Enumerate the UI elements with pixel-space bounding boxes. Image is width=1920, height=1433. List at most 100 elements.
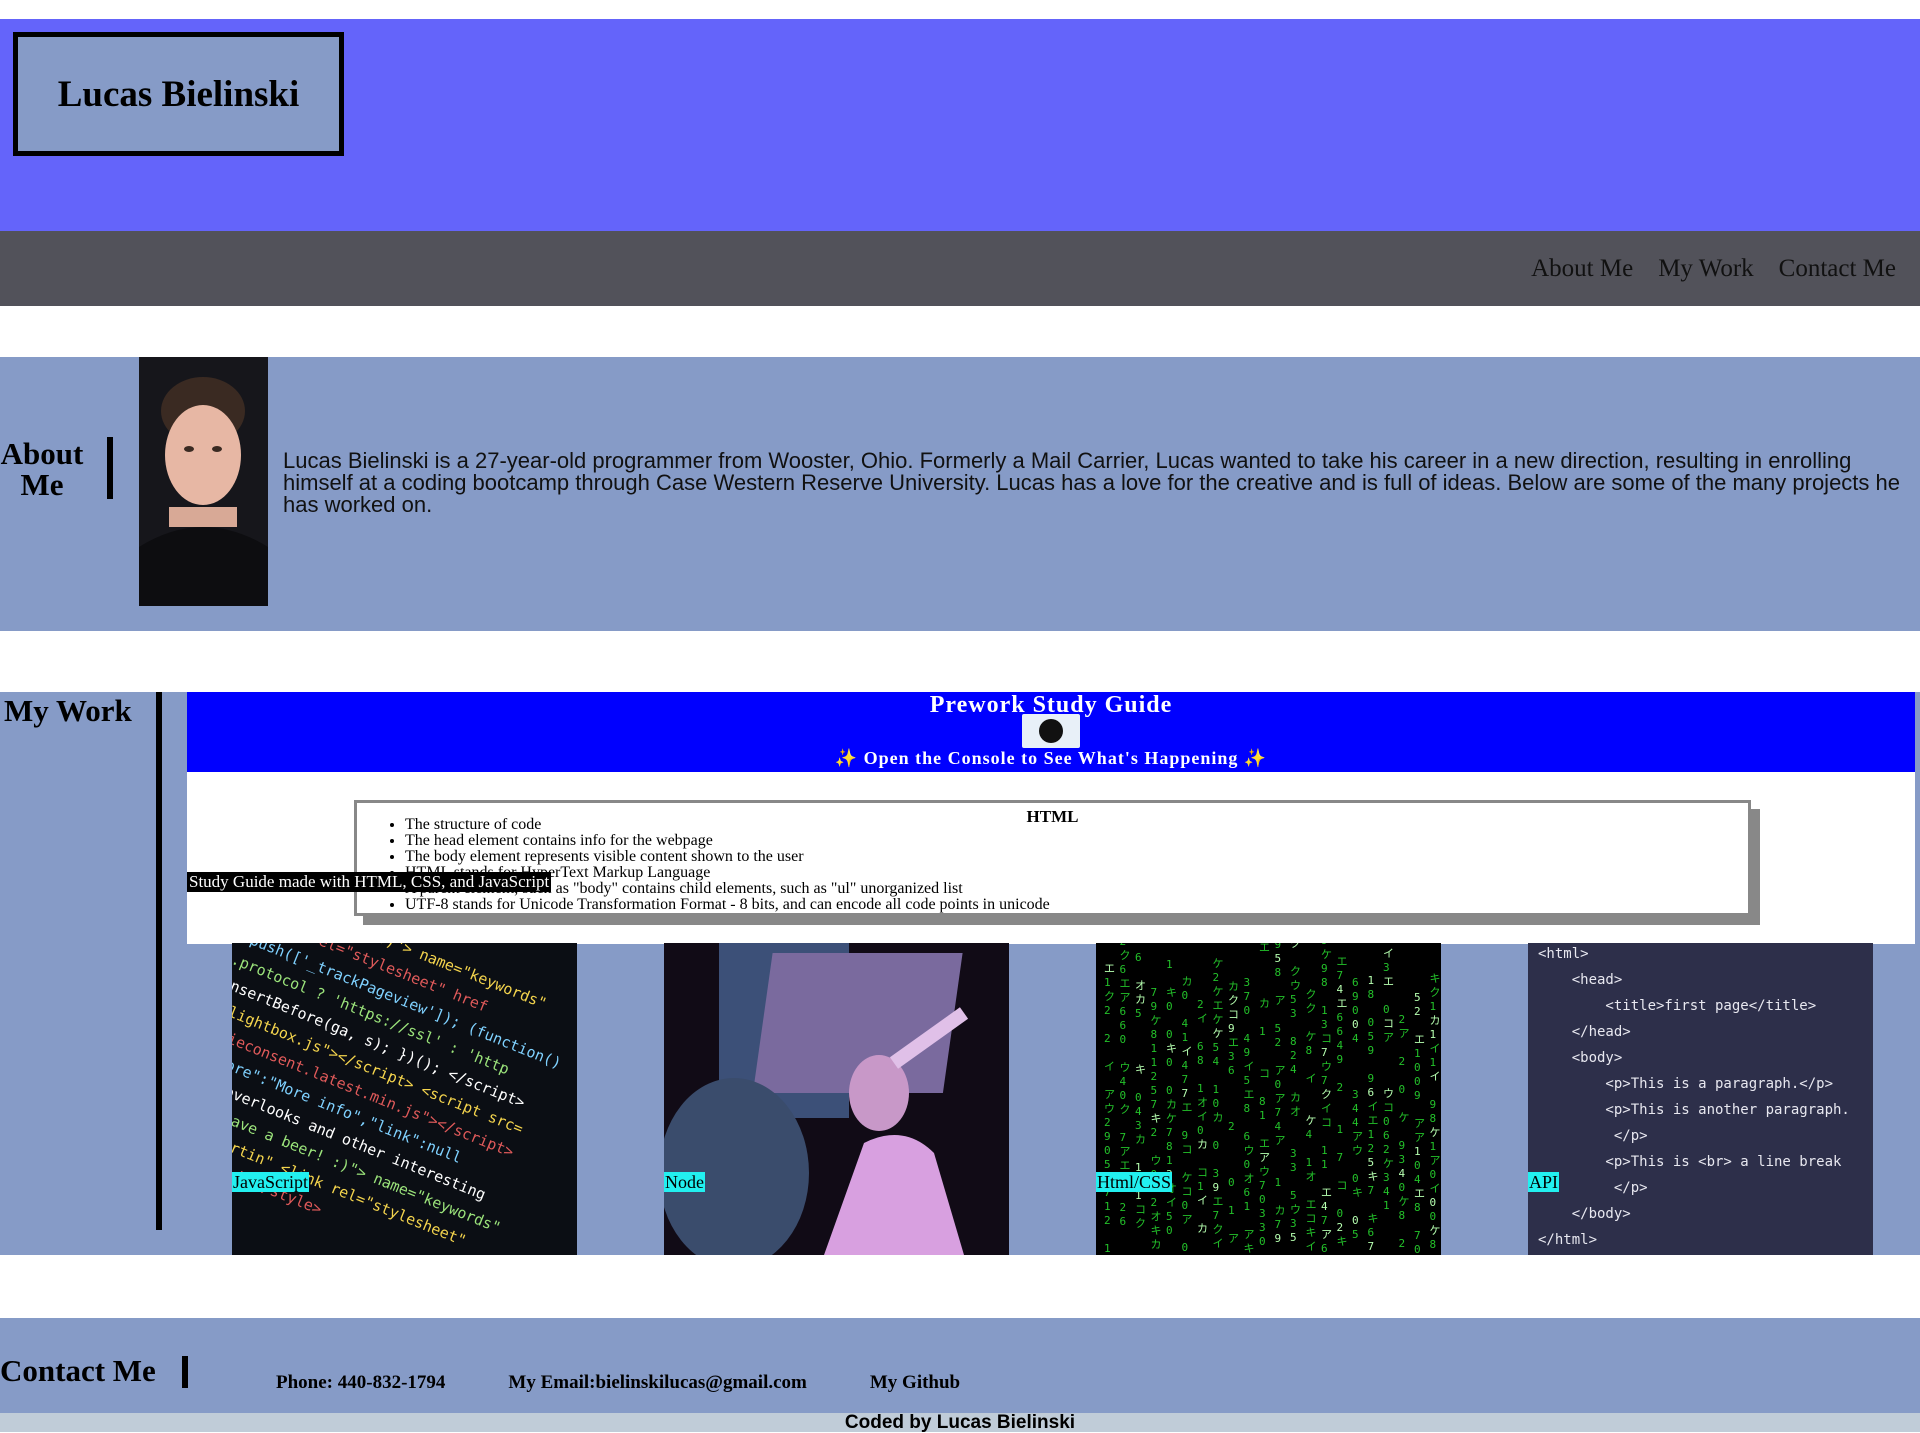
project-label-html-css[interactable]: Html/CSS — [1096, 1172, 1173, 1192]
svg-text:5: 5 — [1135, 1007, 1142, 1020]
svg-text:3: 3 — [1228, 1050, 1235, 1063]
svg-text:ク: ク — [1430, 986, 1441, 999]
svg-text:ア: ア — [1414, 1117, 1425, 1130]
svg-text:9: 9 — [1244, 1046, 1251, 1059]
svg-text:カ: カ — [1228, 980, 1239, 993]
svg-text:7: 7 — [1259, 1179, 1266, 1192]
svg-text:ケ: ケ — [1383, 1157, 1394, 1170]
svg-text:0: 0 — [1337, 1207, 1344, 1220]
project-label-api[interactable]: API — [1528, 1172, 1560, 1192]
svg-text:0: 0 — [1244, 1158, 1251, 1171]
work-section: My Work Prework Study Guide ✨ Open the C… — [0, 692, 1920, 1255]
svg-text:イ: イ — [1104, 1060, 1115, 1073]
svg-text:コ: コ — [1197, 1166, 1208, 1179]
svg-text:0: 0 — [1414, 1243, 1421, 1255]
contact-links: Phone: 440-832-1794 My Email:bielinskilu… — [276, 1372, 960, 1394]
svg-text:エ: エ — [1337, 955, 1348, 968]
project-javascript[interactable]: have a beer! :)"> name="keywords" link r… — [232, 943, 577, 1255]
svg-text:ア: ア — [1182, 1213, 1193, 1226]
email-link[interactable]: My Email:bielinskilucas@gmail.com — [508, 1372, 806, 1394]
svg-text:オ: オ — [1244, 1172, 1255, 1185]
svg-text:9: 9 — [1430, 1098, 1437, 1111]
svg-text:ク: ク — [1228, 994, 1239, 1007]
svg-text:ケ: ケ — [1306, 1114, 1317, 1127]
svg-text:コ: コ — [1228, 1008, 1239, 1021]
svg-text:5: 5 — [1290, 993, 1297, 1006]
list-item: The body element represents visible cont… — [405, 849, 1050, 865]
svg-text:5: 5 — [1244, 1074, 1251, 1087]
svg-text:ア: ア — [1275, 1064, 1286, 1077]
svg-text:エ: エ — [1244, 1088, 1255, 1101]
svg-text:ク: ク — [1120, 1103, 1131, 1116]
svg-text:7: 7 — [1368, 1240, 1375, 1253]
svg-text:ク: ク — [1213, 1223, 1224, 1236]
svg-text:ク: ク — [1306, 1002, 1317, 1015]
svg-text:ク: ク — [1321, 1088, 1332, 1101]
svg-text:4: 4 — [1182, 1017, 1189, 1030]
svg-text:4: 4 — [1399, 1167, 1406, 1180]
svg-text:3: 3 — [1259, 1207, 1266, 1220]
svg-text:0: 0 — [1352, 1214, 1359, 1227]
svg-text:0: 0 — [1166, 1000, 1173, 1013]
svg-text:7: 7 — [1337, 1151, 1344, 1164]
svg-text:8: 8 — [1259, 1095, 1266, 1108]
svg-text:6: 6 — [1383, 1129, 1390, 1142]
svg-text:1: 1 — [1306, 1156, 1313, 1169]
svg-text:8: 8 — [1414, 1201, 1421, 1214]
svg-text:コ: コ — [1337, 1179, 1348, 1192]
svg-text:1: 1 — [1228, 1204, 1235, 1217]
project-html-css[interactable]: エ1ク22イアウ2905171212ク6エア660ウ40ク7アエ266オカ5キ0… — [1096, 943, 1441, 1255]
svg-text:ケ: ケ — [1399, 1111, 1410, 1124]
svg-text:0: 0 — [1228, 1176, 1235, 1189]
svg-text:ケ: ケ — [1213, 1027, 1224, 1040]
study-guide-preview[interactable]: Prework Study Guide ✨ Open the Console t… — [187, 692, 1915, 944]
github-link[interactable]: My Github — [870, 1372, 960, 1394]
svg-text:1: 1 — [1414, 1145, 1421, 1158]
svg-text:ア: ア — [1244, 1228, 1255, 1241]
presenter-image — [664, 943, 1009, 1255]
svg-text:0: 0 — [1182, 1241, 1189, 1254]
svg-text:6: 6 — [1337, 1025, 1344, 1038]
svg-text:0: 0 — [1120, 1089, 1127, 1102]
svg-text:6: 6 — [1368, 1086, 1375, 1099]
list-item: The head element contains info for the w… — [405, 833, 1050, 849]
svg-text:8: 8 — [1244, 1102, 1251, 1115]
svg-text:コ: コ — [1306, 1212, 1317, 1225]
svg-text:エ: エ — [1120, 977, 1131, 990]
svg-text:ケ: ケ — [1213, 1013, 1224, 1026]
svg-text:6: 6 — [1352, 976, 1359, 989]
svg-text:0: 0 — [1399, 1083, 1406, 1096]
svg-text:4: 4 — [1414, 1173, 1421, 1186]
list-item: The structure of code — [405, 817, 1050, 833]
nav-contact-me[interactable]: Contact Me — [1779, 255, 1896, 283]
project-label-node[interactable]: Node — [664, 1172, 705, 1192]
svg-text:9: 9 — [1399, 1139, 1406, 1152]
svg-text:5: 5 — [1166, 1210, 1173, 1223]
svg-text:9: 9 — [1321, 962, 1328, 975]
nav-about-me[interactable]: About Me — [1531, 255, 1633, 283]
svg-text:4: 4 — [1306, 1128, 1313, 1141]
svg-text:9: 9 — [1352, 990, 1359, 1003]
svg-text:ウ: ウ — [1321, 1060, 1332, 1073]
svg-text:6: 6 — [1197, 1040, 1204, 1053]
svg-text:1: 1 — [1104, 1200, 1111, 1213]
phone-number: Phone: 440-832-1794 — [276, 1372, 446, 1393]
svg-text:ア: ア — [1383, 1031, 1394, 1044]
svg-text:イ: イ — [1213, 1237, 1224, 1250]
svg-text:ク: ク — [1120, 949, 1131, 962]
project-api[interactable]: <html> <head> <title>first page</title> … — [1528, 943, 1873, 1255]
svg-text:2: 2 — [1104, 1004, 1111, 1017]
svg-text:9: 9 — [1414, 1089, 1421, 1102]
svg-text:0: 0 — [1352, 1018, 1359, 1031]
svg-text:エ: エ — [1321, 1186, 1332, 1199]
work-title: My Work — [4, 693, 132, 728]
project-label-javascript[interactable]: JavaScript — [232, 1172, 309, 1192]
project-node[interactable]: Node — [664, 943, 1009, 1255]
svg-text:0: 0 — [1166, 1028, 1173, 1041]
svg-text:ク: ク — [1104, 990, 1115, 1003]
svg-text:ア: ア — [1430, 1154, 1441, 1167]
nav-my-work[interactable]: My Work — [1658, 255, 1753, 283]
svg-text:イ: イ — [1306, 1240, 1317, 1253]
svg-text:エ: エ — [1414, 1033, 1425, 1046]
svg-text:6: 6 — [1368, 1226, 1375, 1239]
